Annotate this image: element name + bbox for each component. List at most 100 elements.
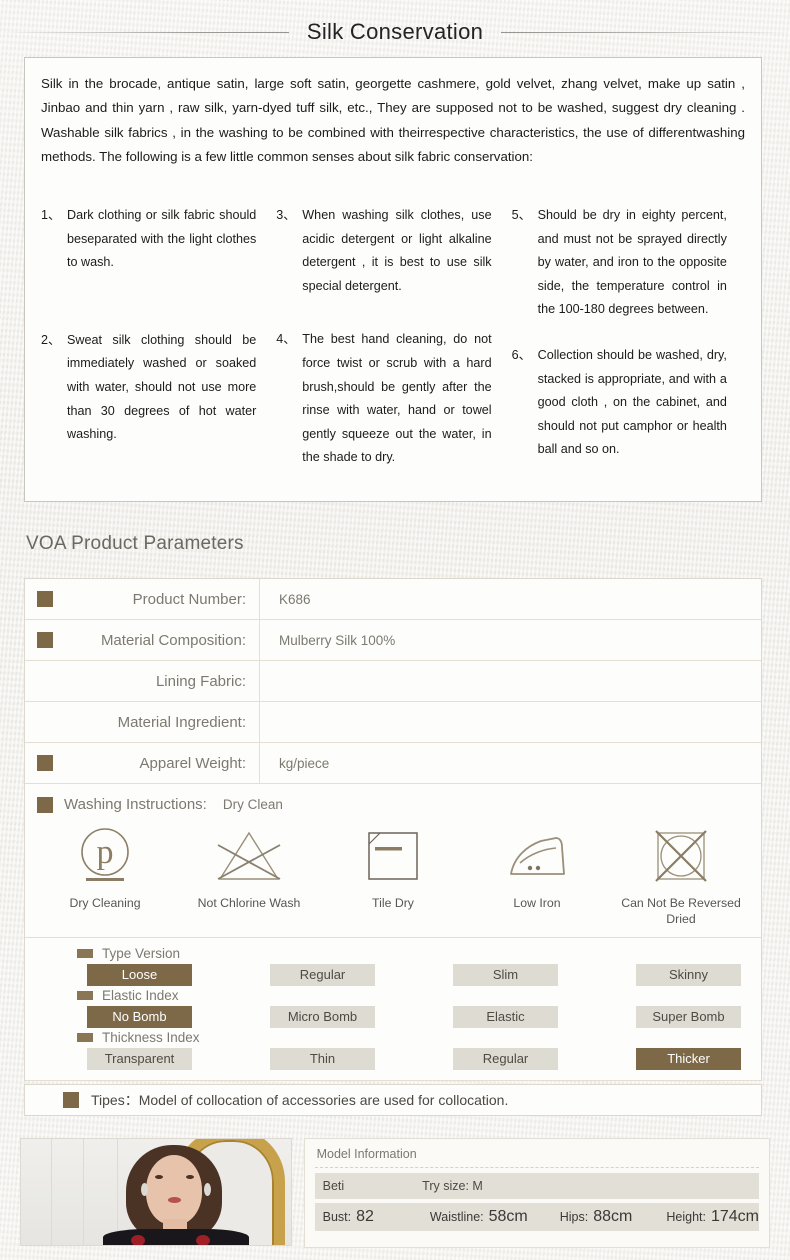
table-row: Lining Fabric: xyxy=(25,661,761,702)
param-key-cell: Apparel Weight: xyxy=(25,743,260,783)
model-try-size: Try size: M xyxy=(422,1179,483,1193)
svg-text:p: p xyxy=(97,834,114,871)
model-name-row: Beti Try size: M xyxy=(314,1173,759,1199)
type-version-tags: Loose Regular Slim Skinny xyxy=(25,964,761,986)
tag-elastic[interactable]: Elastic xyxy=(453,1006,558,1028)
elastic-index-label-row: Elastic Index xyxy=(25,988,761,1003)
tip-text: The best hand cleaning, do not force twi… xyxy=(302,332,492,465)
measurement-value: 174cm xyxy=(710,1208,759,1225)
index-label: Elastic Index xyxy=(102,988,179,1003)
tag-slim[interactable]: Slim xyxy=(453,964,558,986)
washing-icon-item: p Dry Cleaning xyxy=(33,823,177,911)
measurement-value: 82 xyxy=(356,1208,374,1225)
photo-wall-line xyxy=(83,1139,84,1245)
washing-icon-item: Can Not Be Reversed Dried xyxy=(609,823,753,927)
param-key-cell: Material Ingredient: xyxy=(25,702,260,742)
product-index-block: Type Version Loose Regular Slim Skinny E… xyxy=(25,938,761,1081)
tag-loose[interactable]: Loose xyxy=(87,964,192,986)
param-value: Mulberry Silk 100% xyxy=(279,632,396,648)
tip-number: 2、 xyxy=(41,332,61,347)
param-key-cell: Material Composition: xyxy=(25,620,260,660)
tag-skinny[interactable]: Skinny xyxy=(636,964,741,986)
index-label: Type Version xyxy=(102,946,181,961)
tag-micro-bomb[interactable]: Micro Bomb xyxy=(270,1006,375,1028)
model-information-panel: Model Information Beti Try size: M Bust:… xyxy=(303,1138,770,1248)
photo-model-dress xyxy=(103,1229,249,1245)
square-bullet-icon xyxy=(63,1092,79,1108)
measurement-label: Height: xyxy=(666,1210,706,1224)
washing-instructions-row: Washing Instructions: Dry Clean p Dry Cl… xyxy=(25,784,761,938)
washing-value: Dry Clean xyxy=(222,797,283,812)
washing-instructions-header: Washing Instructions: Dry Clean xyxy=(25,794,761,817)
tip-text: Should be dry in eighty percent, and mus… xyxy=(537,208,727,317)
photo-wall-line xyxy=(117,1139,118,1245)
param-label: Product Number: xyxy=(132,590,246,608)
model-information-title: Model Information xyxy=(316,1147,417,1161)
tag-super-bomb[interactable]: Super Bomb xyxy=(636,1006,741,1028)
thickness-index-tags: Transparent Thin Regular Thicker xyxy=(25,1048,761,1070)
tag-no-bomb[interactable]: No Bomb xyxy=(87,1006,192,1028)
tag-transparent[interactable]: Transparent xyxy=(87,1048,192,1070)
tip-text: Sweat silk clothing should be immediatel… xyxy=(67,332,257,442)
product-detail-page: Silk Conservation Silk in the brocade, a… xyxy=(0,0,790,1260)
table-row: Material Ingredient: xyxy=(25,702,761,743)
param-value: K686 xyxy=(279,591,311,607)
model-measurements-row: Bust: 82 Waistline: 58cm Hips: 88cm Heig… xyxy=(314,1203,759,1231)
tip-text: When washing silk clothes, use acidic de… xyxy=(302,208,492,293)
tips-column-3: 5、 Should be dry in eighty percent, and … xyxy=(512,204,747,496)
list-item: 2、 Sweat silk clothing should be immedia… xyxy=(41,329,256,447)
silk-conservation-panel: Silk in the brocade, antique satin, larg… xyxy=(24,57,762,502)
product-parameters-table: Product Number: K686 Material Compositio… xyxy=(24,578,762,1081)
list-item: 5、 Should be dry in eighty percent, and … xyxy=(512,204,727,322)
washing-icon-caption: Can Not Be Reversed Dried xyxy=(621,896,741,926)
param-label: Material Ingredient: xyxy=(117,713,246,731)
conservation-intro-text: Silk in the brocade, antique satin, larg… xyxy=(41,76,745,164)
measurement-value: 58cm xyxy=(488,1208,528,1225)
tips-column-1: 1、 Dark clothing or silk fabric should b… xyxy=(41,204,276,496)
model-section: Model Information Beti Try size: M Bust:… xyxy=(20,1138,770,1248)
photo-dress-flower xyxy=(196,1235,210,1245)
washing-icon-caption: Dry Cleaning xyxy=(69,896,141,910)
washing-icon-item: Tile Dry xyxy=(321,823,465,911)
washing-icon-caption: Tile Dry xyxy=(372,896,414,910)
no-tumble-dry-icon xyxy=(609,823,753,889)
measurement-height: Height: 174cm xyxy=(666,1208,759,1226)
title-rule-left xyxy=(0,31,289,33)
table-row: Product Number: K686 xyxy=(25,579,761,620)
tag-regular[interactable]: Regular xyxy=(270,964,375,986)
tip-number: 5、 xyxy=(511,208,532,222)
param-value xyxy=(260,661,761,701)
tag-thin[interactable]: Thin xyxy=(270,1048,375,1070)
photo-wall-line xyxy=(51,1139,52,1245)
param-value: kg/piece xyxy=(279,755,330,771)
param-key-cell: Lining Fabric: xyxy=(25,661,260,701)
photo-model-lips xyxy=(168,1197,181,1203)
tips-column-2: 3、 When washing silk clothes, use acidic… xyxy=(276,204,511,496)
dry-cleaning-icon: p xyxy=(33,823,177,889)
conservation-tips-grid: 1、 Dark clothing or silk fabric should b… xyxy=(41,204,747,496)
photo-model-earring xyxy=(141,1183,148,1196)
tipes-text: Tipes：Model of collocation of accessorie… xyxy=(91,1092,509,1108)
elastic-index-tags: No Bomb Micro Bomb Elastic Super Bomb xyxy=(25,1006,761,1028)
measurement-value: 88cm xyxy=(593,1208,633,1225)
type-version-label-row: Type Version xyxy=(25,946,761,961)
square-bullet-icon xyxy=(77,991,93,1000)
param-value xyxy=(260,702,761,742)
measurement-waistline: Waistline: 58cm xyxy=(430,1208,528,1226)
photo-model-eye xyxy=(186,1175,194,1179)
square-bullet-icon xyxy=(37,632,53,648)
tag-regular-thickness[interactable]: Regular xyxy=(453,1048,558,1070)
low-iron-icon xyxy=(465,823,609,889)
washing-icon-item: Not Chlorine Wash xyxy=(177,823,321,911)
measurement-bust: Bust: 82 xyxy=(323,1208,374,1226)
photo-model-face xyxy=(146,1155,202,1225)
measurement-hips: Hips: 88cm xyxy=(560,1208,633,1226)
tag-thicker[interactable]: Thicker xyxy=(636,1048,741,1070)
tip-text: Dark clothing or silk fabric should bese… xyxy=(67,208,257,270)
tip-text: Collection should be washed, dry, stacke… xyxy=(537,347,727,457)
square-bullet-icon xyxy=(37,755,53,771)
page-title: Silk Conservation xyxy=(306,19,484,44)
tipes-row: Tipes：Model of collocation of accessorie… xyxy=(24,1084,762,1116)
tip-number: 1、 xyxy=(41,208,61,222)
list-item: 4、 The best hand cleaning, do not force … xyxy=(276,328,491,470)
